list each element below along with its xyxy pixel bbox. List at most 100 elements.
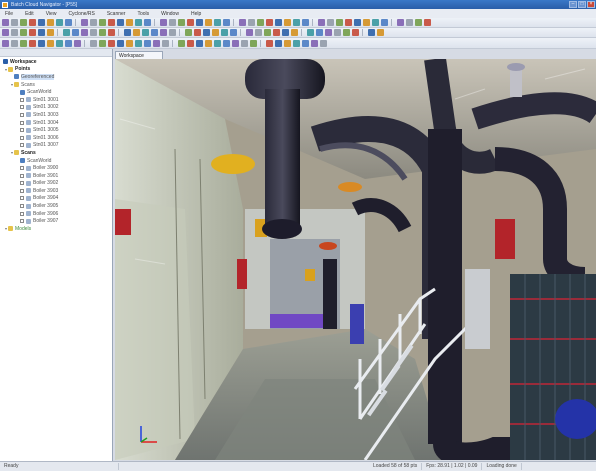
toolbar-icon[interactable] (311, 39, 318, 47)
visibility-checkbox[interactable] (20, 211, 24, 216)
toolbar-icon[interactable] (108, 29, 115, 36)
tree-item[interactable]: Stn01 3001 (0, 96, 112, 104)
point-cloud-viewport[interactable] (115, 59, 596, 460)
toolbar-icon[interactable] (81, 29, 88, 36)
menu-help[interactable]: Help (185, 11, 207, 17)
visibility-checkbox[interactable] (20, 128, 24, 133)
toolbar-icon[interactable] (47, 39, 54, 47)
tree-item[interactable]: Boiler 3904 (0, 195, 112, 203)
toolbar-icon[interactable] (20, 19, 27, 26)
toolbar-icon[interactable] (241, 39, 248, 47)
tree-item[interactable]: Stn01 3004 (0, 119, 112, 127)
toolbar-icon[interactable] (20, 29, 27, 36)
tree-item[interactable]: ▾ Models (0, 225, 112, 233)
toolbar-icon[interactable] (38, 39, 45, 47)
tree-item[interactable]: Boiler 3901 (0, 172, 112, 180)
toolbar-icon[interactable] (38, 29, 45, 36)
visibility-checkbox[interactable] (20, 188, 24, 193)
toolbar-icon[interactable] (65, 19, 72, 26)
toolbar-icon[interactable] (169, 29, 176, 36)
toolbar-icon[interactable] (162, 39, 169, 47)
toolbar-icon[interactable] (239, 19, 246, 26)
tree-item[interactable]: Boiler 3902 (0, 180, 112, 188)
toolbar-icon[interactable] (151, 29, 158, 36)
toolbar-icon[interactable] (135, 19, 142, 26)
toolbar-icon[interactable] (194, 29, 201, 36)
toolbar-icon[interactable] (266, 19, 273, 26)
toolbar-icon[interactable] (257, 19, 264, 26)
toolbar-icon[interactable] (320, 39, 327, 47)
toolbar-icon[interactable] (99, 29, 106, 36)
toolbar-icon[interactable] (343, 29, 350, 36)
toolbar-icon[interactable] (205, 19, 212, 26)
toolbar-icon[interactable] (381, 19, 388, 26)
maximize-button[interactable]: □ (578, 1, 586, 8)
toolbar-icon[interactable] (56, 19, 63, 26)
toolbar-icon[interactable] (316, 29, 323, 36)
toolbar-icon[interactable] (38, 19, 45, 26)
toolbar-icon[interactable] (108, 19, 115, 26)
toolbar-icon[interactable] (72, 29, 79, 36)
toolbar-icon[interactable] (212, 29, 219, 36)
toolbar-icon[interactable] (406, 19, 413, 26)
toolbar-icon[interactable] (47, 19, 54, 26)
toolbar-icon[interactable] (221, 29, 228, 36)
visibility-checkbox[interactable] (20, 166, 24, 171)
toolbar-icon[interactable] (178, 39, 185, 47)
toolbar-icon[interactable] (160, 19, 167, 26)
toolbar-icon[interactable] (2, 29, 9, 36)
menu-view[interactable]: View (40, 11, 63, 17)
toolbar-icon[interactable] (302, 19, 309, 26)
toolbar-icon[interactable] (273, 29, 280, 36)
toolbar-icon[interactable] (2, 39, 9, 47)
toolbar-icon[interactable] (246, 29, 253, 36)
tree-item[interactable]: Stn01 3003 (0, 111, 112, 119)
tree-item[interactable]: ScanWorld (0, 88, 112, 96)
toolbar-icon[interactable] (250, 39, 257, 47)
toolbar-icon[interactable] (327, 19, 334, 26)
toolbar-icon[interactable] (255, 29, 262, 36)
menu-window[interactable]: Window (155, 11, 185, 17)
toolbar-icon[interactable] (232, 39, 239, 47)
toolbar-icon[interactable] (81, 19, 88, 26)
toolbar-icon[interactable] (153, 39, 160, 47)
toolbar-icon[interactable] (282, 29, 289, 36)
toolbar-icon[interactable] (196, 19, 203, 26)
toolbar-icon[interactable] (223, 19, 230, 26)
tree-item[interactable]: Boiler 3907 (0, 217, 112, 225)
menu-scanner[interactable]: Scanner (101, 11, 132, 17)
toolbar-icon[interactable] (65, 39, 72, 47)
toolbar-icon[interactable] (325, 29, 332, 36)
toolbar-icon[interactable] (187, 39, 194, 47)
toolbar-icon[interactable] (126, 39, 133, 47)
toolbar-icon[interactable] (275, 19, 282, 26)
toolbar-icon[interactable] (203, 29, 210, 36)
tab-workspace[interactable]: Workspace (115, 51, 163, 59)
toolbar-icon[interactable] (248, 19, 255, 26)
toolbar-icon[interactable] (302, 39, 309, 47)
toolbar-icon[interactable] (354, 19, 361, 26)
toolbar-icon[interactable] (63, 29, 70, 36)
tree-item[interactable]: Stn01 3007 (0, 142, 112, 150)
toolbar-icon[interactable] (372, 19, 379, 26)
toolbar-icon[interactable] (124, 29, 131, 36)
toolbar-icon[interactable] (205, 39, 212, 47)
toolbar-icon[interactable] (56, 39, 63, 47)
toolbar-icon[interactable] (29, 39, 36, 47)
visibility-checkbox[interactable] (20, 143, 24, 148)
visibility-checkbox[interactable] (20, 105, 24, 110)
tree-item[interactable]: ScanWorld (0, 157, 112, 165)
toolbar-icon[interactable] (11, 29, 18, 36)
tree-item[interactable]: Stn01 3002 (0, 104, 112, 112)
toolbar-icon[interactable] (117, 39, 124, 47)
visibility-checkbox[interactable] (20, 135, 24, 140)
tree-item[interactable]: Boiler 3906 (0, 210, 112, 218)
toolbar-icon[interactable] (117, 19, 124, 26)
toolbar-icon[interactable] (363, 19, 370, 26)
toolbar-icon[interactable] (307, 29, 314, 36)
visibility-checkbox[interactable] (20, 196, 24, 201)
toolbar-icon[interactable] (126, 19, 133, 26)
tree-item[interactable]: ▾ Points (0, 66, 112, 74)
toolbar-icon[interactable] (318, 19, 325, 26)
toolbar-icon[interactable] (352, 29, 359, 36)
